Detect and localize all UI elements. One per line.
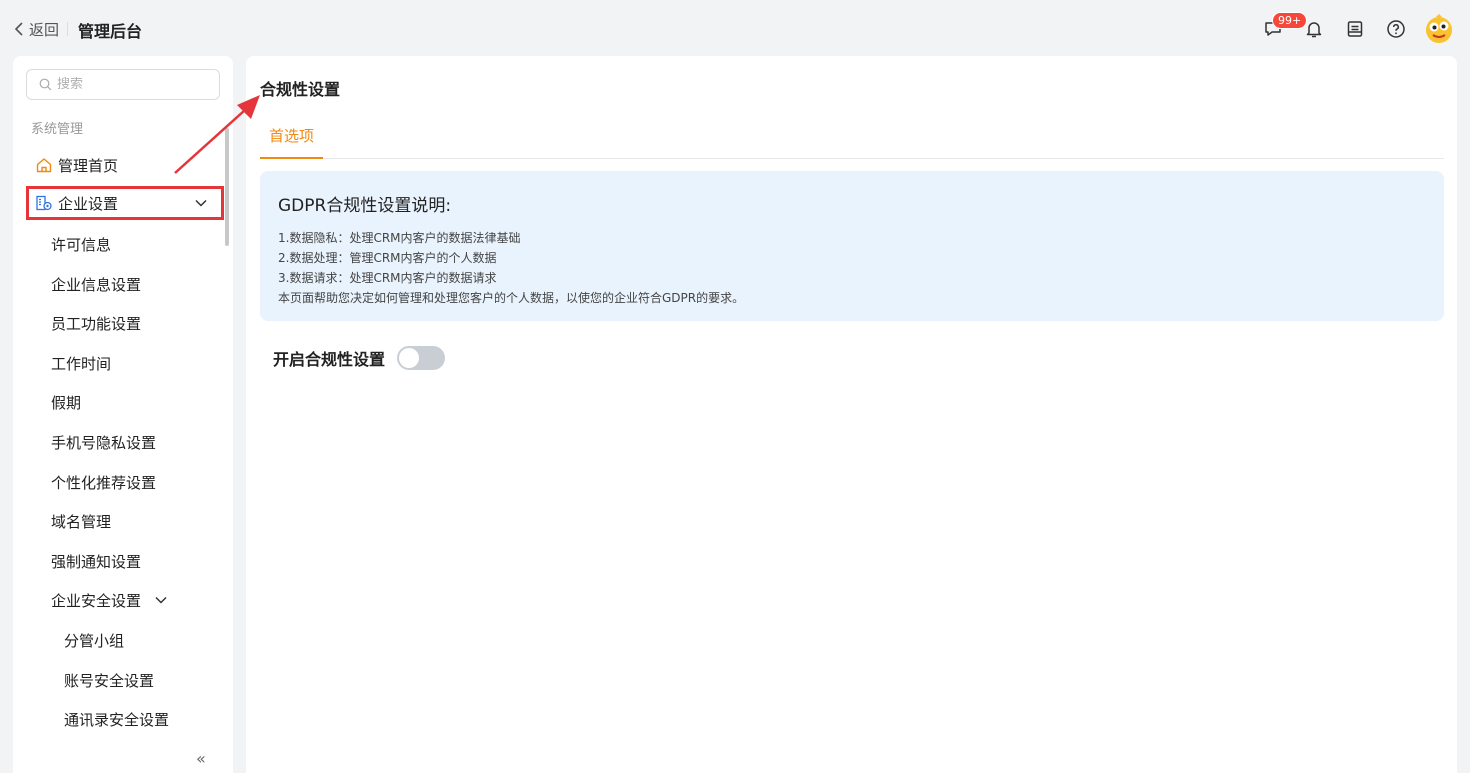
info-line: 3.数据请求：处理CRM内客户的数据请求 xyxy=(278,271,497,285)
sidebar-subitem[interactable]: 假期 xyxy=(51,387,81,417)
info-line: 1.数据隐私：处理CRM内客户的数据法律基础 xyxy=(278,231,521,245)
search-input[interactable] xyxy=(57,77,207,92)
sidebar-subitem[interactable]: 个性化推荐设置 xyxy=(51,467,156,497)
toggle-label: 开启合规性设置 xyxy=(273,350,386,369)
tab-preferences[interactable]: 首选项 xyxy=(260,116,323,159)
sidebar-subitem[interactable]: 强制通知设置 xyxy=(51,546,141,576)
sidebar-subitem[interactable]: 员工功能设置 xyxy=(51,308,141,338)
sidebar-subsubitem[interactable]: 账号安全设置 xyxy=(64,665,154,695)
back-label: 返回 xyxy=(29,20,60,39)
sidebar-subitem[interactable]: 手机号隐私设置 xyxy=(51,427,156,457)
inbox-button[interactable] xyxy=(1334,13,1375,45)
header-divider xyxy=(67,22,68,36)
search-icon xyxy=(39,78,52,91)
main-panel: 合规性设置 首选项 GDPR合规性设置说明: 1.数据隐私：处理CRM内客户的数… xyxy=(246,56,1457,773)
enterprise-icon xyxy=(35,194,53,212)
notification-button[interactable] xyxy=(1293,13,1334,45)
sidebar-subitem[interactable]: 域名管理 xyxy=(51,506,111,536)
sidebar-scrollbar[interactable] xyxy=(225,128,229,246)
sidebar-item-label: 企业安全设置 xyxy=(51,591,142,610)
avatar[interactable] xyxy=(1422,12,1456,46)
sidebar-item-label: 管理首页 xyxy=(58,156,119,175)
back-button[interactable]: 返回 xyxy=(14,18,59,40)
sidebar-item-security[interactable]: 企业安全设置 xyxy=(51,585,167,615)
chevron-down-icon xyxy=(155,596,167,604)
sidebar: 系统管理 管理首页 企业设置 许可信息 企业信息设置 员工功能设置 工作时间 假… xyxy=(13,56,233,773)
sidebar-item-enterprise[interactable]: 企业设置 xyxy=(26,186,224,220)
top-icons: 99+ xyxy=(1252,12,1456,46)
bell-icon xyxy=(1306,22,1321,38)
page-title: 合规性设置 xyxy=(260,80,341,99)
info-title: GDPR合规性设置说明: xyxy=(278,196,452,216)
avatar-icon xyxy=(1426,14,1452,43)
toggle-knob xyxy=(399,348,420,368)
sidebar-subitem[interactable]: 许可信息 xyxy=(51,229,111,259)
tab-bar: 首选项 xyxy=(260,116,1444,159)
info-line: 2.数据处理：管理CRM内客户的个人数据 xyxy=(278,251,497,265)
gdpr-info-box: GDPR合规性设置说明: 1.数据隐私：处理CRM内客户的数据法律基础 2.数据… xyxy=(260,171,1444,321)
compliance-toggle[interactable] xyxy=(397,346,446,370)
sidebar-subitem[interactable]: 企业信息设置 xyxy=(51,269,141,299)
info-line: 本页面帮助您决定如何管理和处理您客户的个人数据，以使您的企业符合GDPR的要求。 xyxy=(278,291,745,305)
help-icon xyxy=(1386,20,1405,38)
home-icon xyxy=(35,156,53,174)
search-box[interactable] xyxy=(26,69,220,100)
section-label: 系统管理 xyxy=(31,122,84,137)
compliance-toggle-row: 开启合规性设置 xyxy=(273,346,446,370)
chevron-left-icon xyxy=(14,22,23,36)
sidebar-item-home[interactable]: 管理首页 xyxy=(26,148,224,182)
top-bar: 返回 管理后台 99+ xyxy=(0,0,1470,56)
sidebar-item-label: 企业设置 xyxy=(58,194,119,213)
app-title: 管理后台 xyxy=(78,22,143,41)
message-button[interactable]: 99+ xyxy=(1252,12,1308,45)
collapse-sidebar-button[interactable]: « xyxy=(196,749,206,768)
sidebar-subitem[interactable]: 工作时间 xyxy=(51,348,111,378)
sidebar-subsubitem[interactable]: 分管小组 xyxy=(64,625,124,655)
chevron-down-icon xyxy=(195,199,207,207)
inbox-icon xyxy=(1347,21,1362,37)
sidebar-subsubitem[interactable]: 通讯录安全设置 xyxy=(64,704,169,734)
help-button[interactable] xyxy=(1375,13,1416,45)
